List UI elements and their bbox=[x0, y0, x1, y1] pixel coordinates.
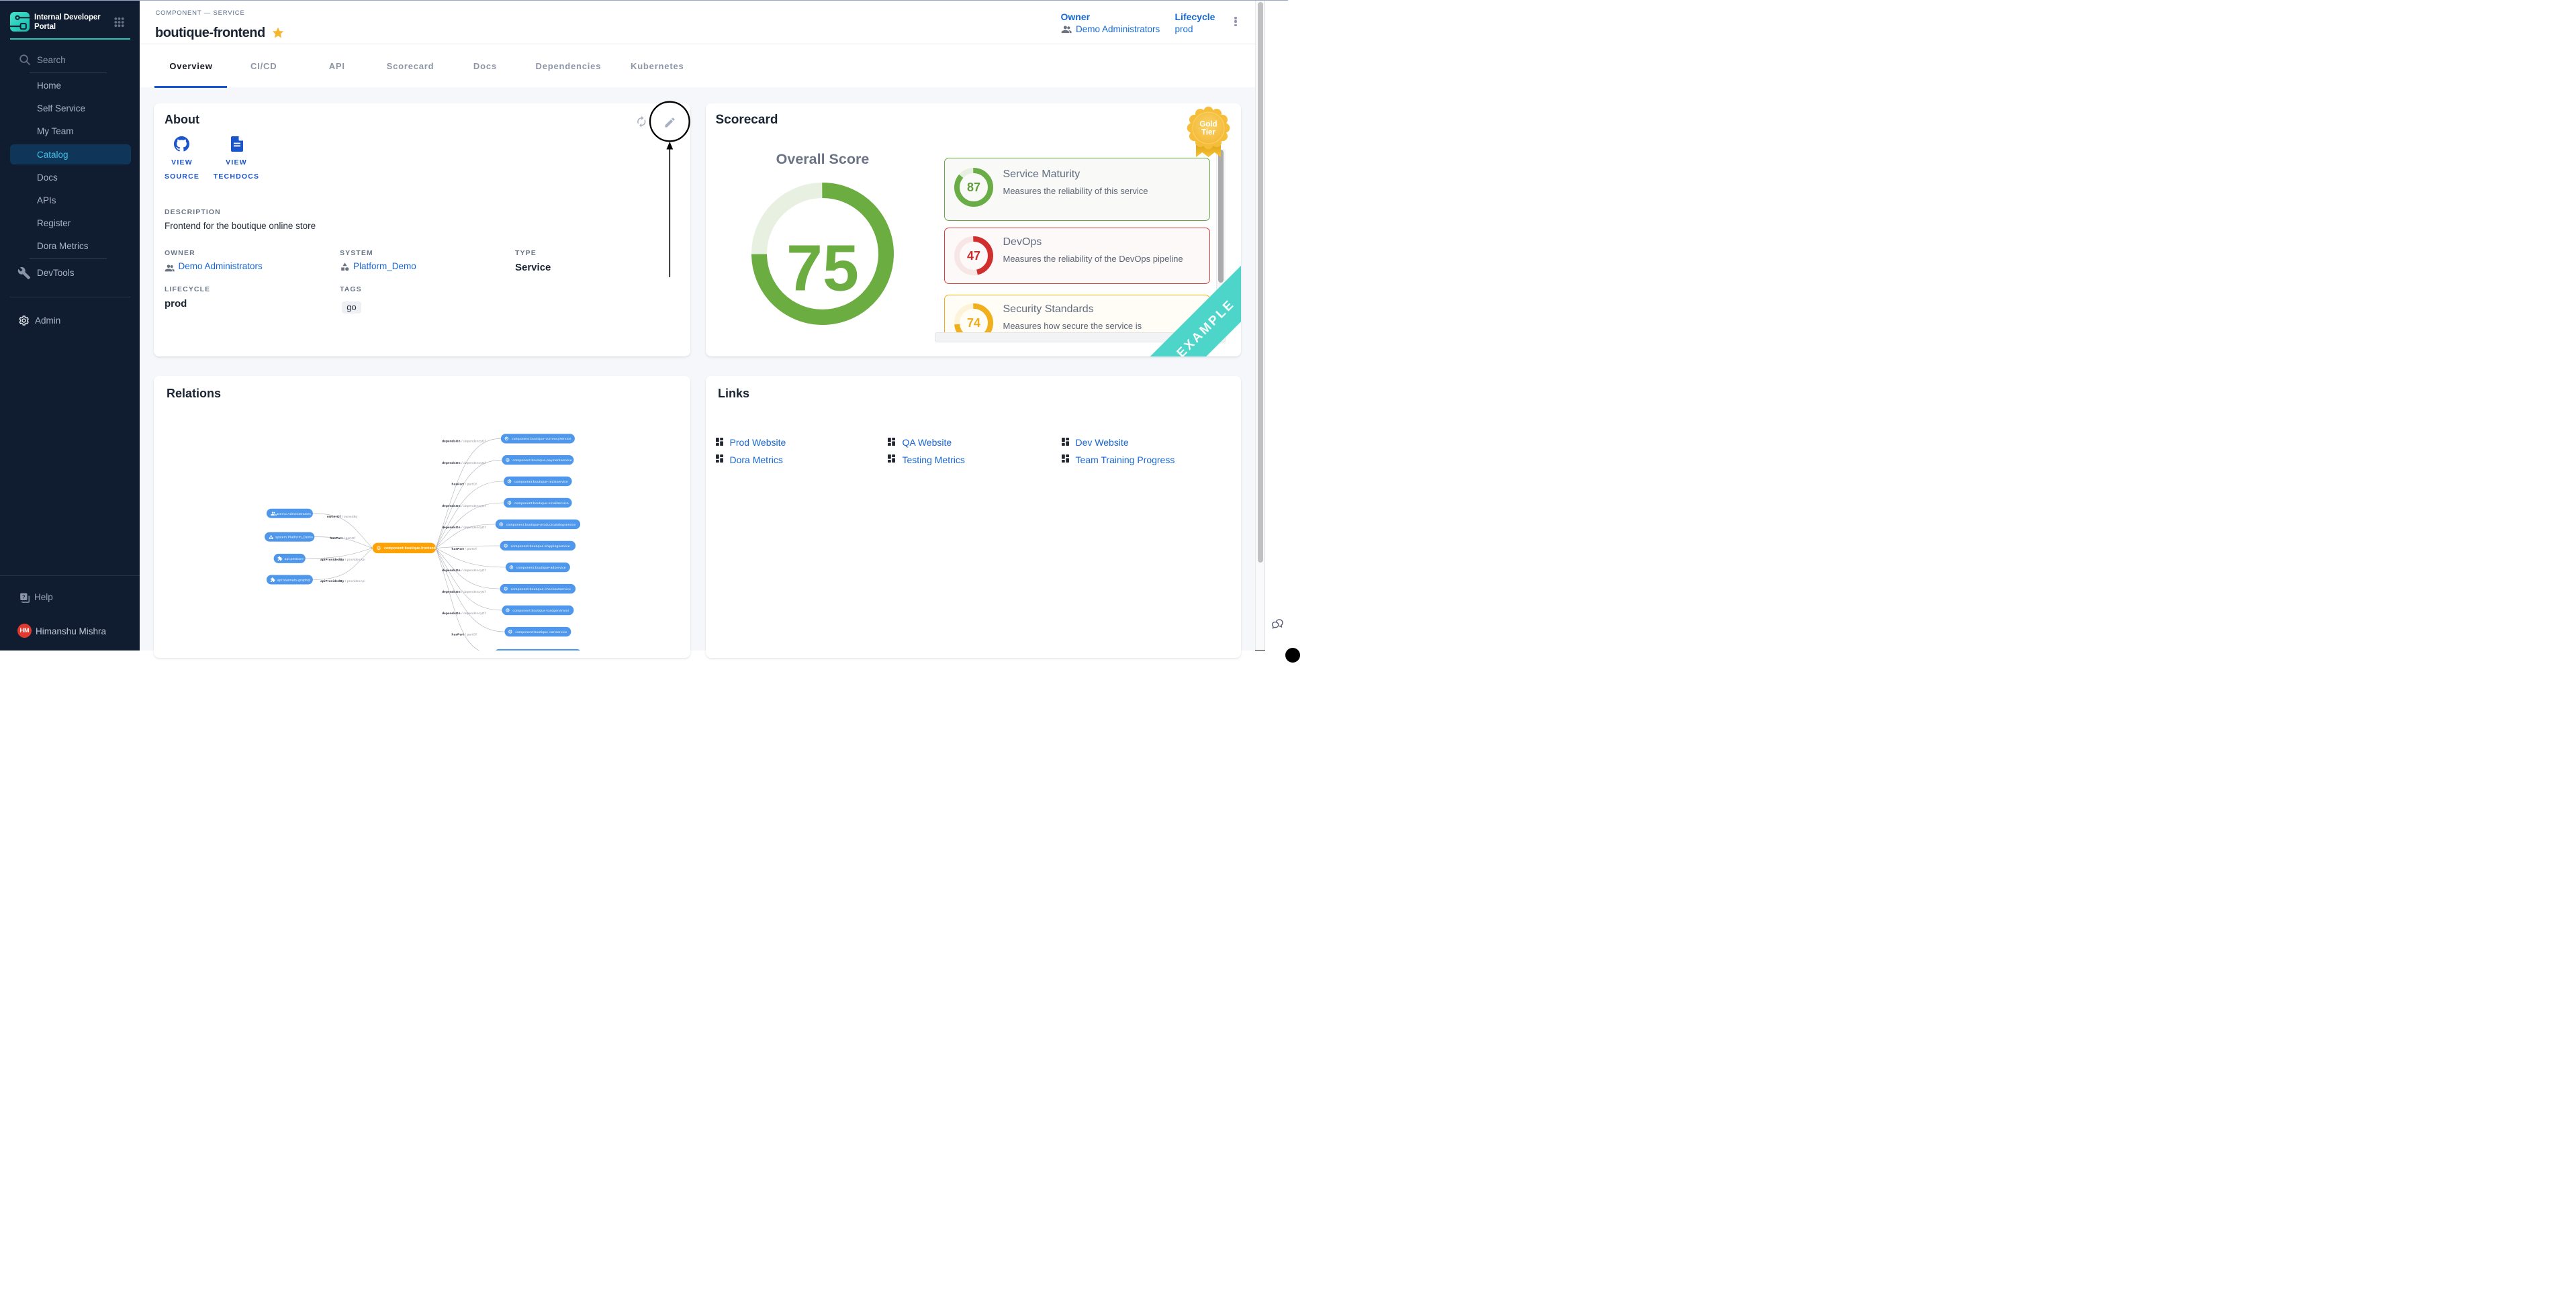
svg-text:apiProvidedBy / providesApi: apiProvidedBy / providesApi bbox=[320, 579, 365, 583]
svg-text:dependsOn / dependencyOf: dependsOn / dependencyOf bbox=[442, 612, 486, 615]
svg-text:75: 75 bbox=[786, 232, 859, 305]
svg-text:ownerOf / ownedBy: ownerOf / ownedBy bbox=[326, 515, 357, 518]
svg-text:hasPart / partOf: hasPart / partOf bbox=[451, 547, 477, 550]
svg-text:api:starwars-graphql: api:starwars-graphql bbox=[277, 578, 310, 582]
svg-text:hasPart / partOf: hasPart / partOf bbox=[330, 536, 355, 540]
svg-text:hasPart / partOf: hasPart / partOf bbox=[451, 483, 477, 486]
svg-text:component:boutique-adservice: component:boutique-adservice bbox=[516, 566, 565, 570]
svg-text:api:petstore: api:petstore bbox=[284, 557, 304, 561]
svg-text:component:boutique-paymentserv: component:boutique-paymentservice bbox=[512, 459, 571, 463]
svg-text:?: ? bbox=[22, 593, 26, 599]
svg-text:apiProvidedBy / providesApi: apiProvidedBy / providesApi bbox=[320, 558, 365, 561]
svg-text:dependsOn / dependencyOf: dependsOn / dependencyOf bbox=[442, 439, 486, 442]
svg-text:dependsOn / dependencyOf: dependsOn / dependencyOf bbox=[442, 590, 486, 593]
svg-text:hasPart / partOf: hasPart / partOf bbox=[451, 633, 477, 636]
svg-text:dependsOn / dependencyOf: dependsOn / dependencyOf bbox=[442, 569, 486, 572]
svg-text:74: 74 bbox=[967, 316, 980, 330]
svg-text:component:boutique-currencyser: component:boutique-currencyservice bbox=[511, 437, 571, 441]
svg-text:dependsOn / dependencyOf: dependsOn / dependencyOf bbox=[442, 526, 486, 529]
svg-text:Gold: Gold bbox=[1199, 121, 1217, 129]
svg-text:component:boutique-productcata: component:boutique-productcatalogservice bbox=[506, 523, 576, 527]
svg-text:Demo Administrators: Demo Administrators bbox=[277, 512, 310, 516]
svg-text:component:boutique-cartservice: component:boutique-cartservice bbox=[515, 630, 567, 634]
svg-text:component:boutique-loadgenerat: component:boutique-loadgenerator bbox=[512, 609, 569, 613]
svg-text:87: 87 bbox=[967, 181, 980, 194]
svg-text:Tier: Tier bbox=[1201, 129, 1215, 137]
svg-text:component:boutique-emailservic: component:boutique-emailservice bbox=[514, 501, 569, 505]
svg-text:system:Platform_Demo: system:Platform_Demo bbox=[275, 536, 313, 540]
svg-text:dependsOn / dependencyOf: dependsOn / dependencyOf bbox=[442, 504, 486, 508]
svg-text:component:boutique-shippingser: component:boutique-shippingservice bbox=[510, 544, 569, 548]
svg-text:component:boutique-redisservic: component:boutique-redisservice bbox=[514, 480, 568, 484]
svg-text:47: 47 bbox=[967, 249, 980, 262]
svg-text:component:boutique-checkoutser: component:boutique-checkoutservice bbox=[510, 587, 571, 591]
svg-text:component:boutique-frontend: component:boutique-frontend bbox=[384, 546, 436, 550]
svg-text:dependsOn / dependencyOf: dependsOn / dependencyOf bbox=[442, 461, 486, 465]
